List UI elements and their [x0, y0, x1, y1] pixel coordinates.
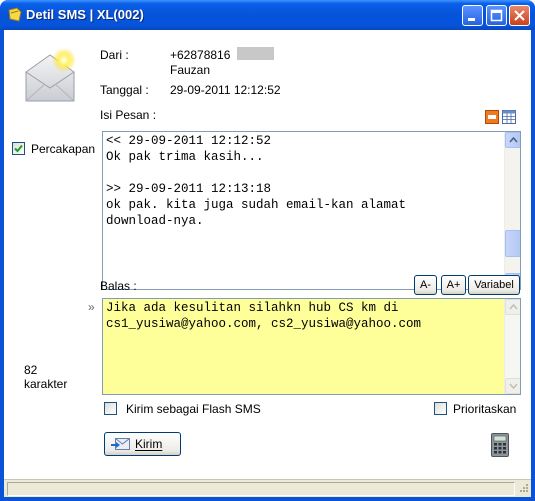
- message-label: Isi Pesan :: [100, 108, 157, 122]
- reply-input[interactable]: Jika ada kesulitan silahkn hub CS km di …: [102, 298, 521, 395]
- message-content-area[interactable]: << 29-09-2011 12:12:52 Ok pak trima kasi…: [102, 131, 521, 290]
- table-icon[interactable]: [502, 110, 516, 124]
- scroll-up-button[interactable]: [505, 299, 520, 315]
- date-label: Tanggal :: [100, 83, 149, 97]
- minimize-icon: [468, 18, 475, 21]
- conversation-checkbox[interactable]: [12, 142, 25, 155]
- envelope-icon: [25, 48, 76, 102]
- reply-line: Jika ada kesulitan silahkn hub CS km di: [106, 301, 399, 315]
- calculator-icon[interactable]: [491, 433, 509, 457]
- window-title: Detil SMS | XL(002): [26, 7, 144, 22]
- redacted-block: [237, 47, 274, 60]
- sms-detail-window: Detil SMS | XL(002) Dari: +62878816 Fau…: [0, 0, 535, 501]
- font-smaller-button[interactable]: A-: [414, 275, 437, 295]
- flash-sms-checkbox[interactable]: [104, 402, 117, 415]
- message-line: Ok pak trima kasih...: [106, 150, 264, 164]
- message-line: << 29-09-2011 12:12:52: [106, 134, 272, 148]
- checkmark-icon: [14, 144, 23, 153]
- reply-arrow: »: [88, 300, 95, 314]
- status-bar: [4, 479, 531, 497]
- from-label: Dari :: [100, 48, 129, 62]
- archive-icon[interactable]: [485, 110, 499, 124]
- resize-grip-icon[interactable]: [517, 483, 529, 495]
- from-name: Fauzan: [170, 63, 211, 77]
- priority-label: Prioritaskan: [453, 402, 517, 416]
- arrow-up-icon: [509, 137, 518, 143]
- scroll-down-button[interactable]: [505, 378, 520, 394]
- conversation-label: Percakapan: [31, 142, 96, 156]
- from-number: +62878816: [170, 48, 231, 62]
- maximize-button[interactable]: [486, 5, 507, 26]
- message-line: ok pak. kita juga sudah email-kan alamat: [106, 198, 407, 212]
- message-scrollbar[interactable]: [504, 132, 520, 289]
- scroll-thumb[interactable]: [505, 230, 520, 257]
- font-larger-button[interactable]: A+: [441, 275, 466, 295]
- send-button[interactable]: Kirim: [104, 432, 181, 456]
- send-icon: [111, 438, 130, 450]
- message-line: download-nya.: [106, 214, 204, 228]
- char-count: 82: [24, 363, 38, 377]
- send-button-label: Kirim: [135, 437, 163, 451]
- scroll-up-button[interactable]: [505, 132, 520, 148]
- arrow-up-icon: [509, 304, 518, 310]
- flash-sms-label: Kirim sebagai Flash SMS: [126, 402, 261, 416]
- close-button[interactable]: [509, 5, 530, 26]
- close-icon: [514, 10, 525, 21]
- minimize-button[interactable]: [462, 5, 483, 26]
- date-value: 29-09-2011 12:12:52: [170, 83, 281, 97]
- reply-line: cs1_yusiwa@yahoo.com, cs2_yusiwa@yahoo.c…: [106, 317, 422, 331]
- maximize-icon: [490, 9, 503, 22]
- reply-scrollbar[interactable]: [504, 299, 520, 394]
- title-bar[interactable]: Detil SMS | XL(002): [0, 0, 535, 30]
- reply-label: Balas :: [100, 279, 137, 293]
- dialog-body: Dari : +62878816 Fauzan Tanggal : 29-09-…: [4, 30, 531, 497]
- char-count-label: karakter: [24, 377, 68, 391]
- message-line: >> 29-09-2011 12:13:18: [106, 182, 272, 196]
- message-line: [106, 165, 517, 181]
- status-panel: [7, 482, 515, 496]
- variable-button[interactable]: Variabel: [468, 275, 520, 295]
- arrow-down-icon: [509, 383, 518, 389]
- priority-checkbox[interactable]: [434, 402, 447, 415]
- sms-app-icon: [8, 7, 22, 22]
